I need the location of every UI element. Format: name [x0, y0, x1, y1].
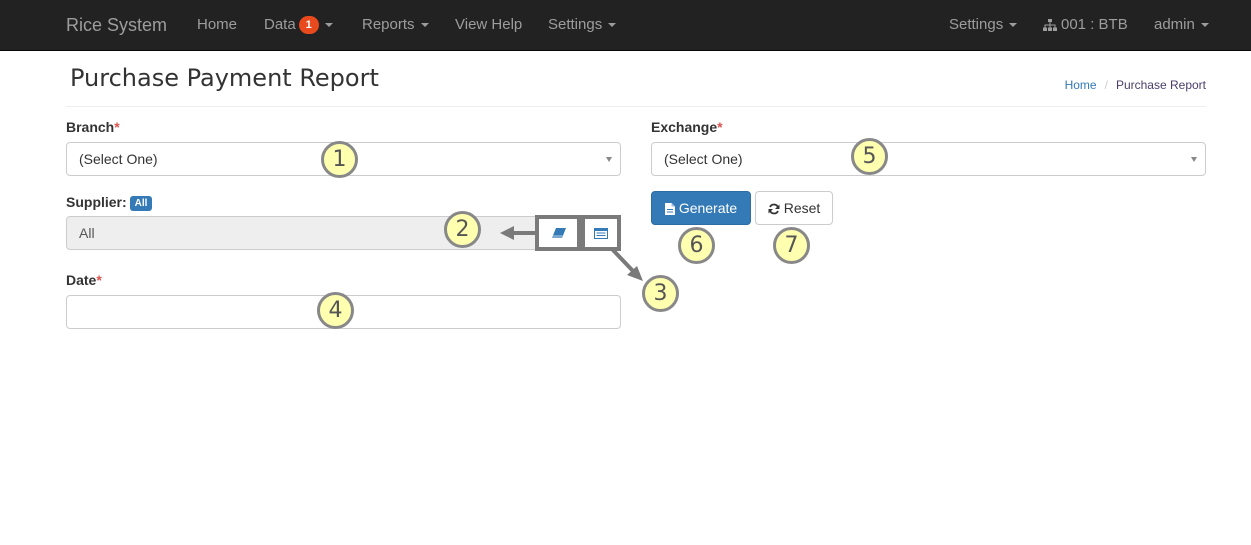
supplier-label: Supplier: All: [66, 194, 153, 211]
date-label: Date*: [66, 272, 102, 288]
top-navbar: Rice System Home Data 1 Reports View Help…: [0, 0, 1251, 51]
callout-marker: 7: [773, 227, 810, 264]
generate-button-label: Generate: [678, 200, 738, 216]
nav-user-label: admin: [1154, 16, 1195, 33]
supplier-label-text: Supplier:: [66, 194, 127, 210]
refresh-icon: [768, 203, 780, 215]
branch-label: Branch*: [66, 119, 120, 135]
callout-marker: 4: [317, 292, 354, 329]
chevron-down-icon: [420, 23, 429, 28]
highlight-frame: [581, 215, 621, 251]
nav-settings[interactable]: Settings: [548, 0, 617, 50]
nav-reports-label: Reports: [362, 16, 415, 33]
breadcrumb-current: Purchase Report: [1115, 78, 1206, 92]
callout-marker: 2: [444, 211, 481, 248]
nav-home[interactable]: Home: [197, 0, 237, 50]
header-divider: [66, 106, 1206, 107]
file-icon: [664, 203, 675, 215]
exchange-label: Exchange*: [651, 119, 723, 135]
generate-button[interactable]: Generate: [651, 191, 751, 225]
nav-settings-label: Settings: [548, 16, 603, 33]
breadcrumb-separator: /: [1104, 78, 1108, 92]
nav-reports[interactable]: Reports: [362, 0, 429, 50]
highlight-frame: [535, 215, 581, 251]
chevron-down-icon: [1200, 23, 1209, 28]
required-marker: *: [114, 119, 120, 135]
select-arrow-icon: [606, 157, 612, 162]
nav-branch-label: 001 : BTB: [1061, 16, 1128, 33]
required-marker: *: [717, 119, 723, 135]
callout-marker: 5: [851, 138, 888, 175]
nav-right-settings-label: Settings: [949, 16, 1004, 33]
callout-marker: 3: [642, 275, 679, 312]
select-arrow-icon: [1191, 157, 1197, 162]
reset-button[interactable]: Reset: [755, 191, 833, 225]
nav-data-label: Data: [264, 16, 296, 33]
nav-view-help[interactable]: View Help: [455, 0, 522, 50]
supplier-field-value: All: [79, 225, 95, 241]
reset-button-label: Reset: [783, 200, 821, 216]
notification-badge: 1: [298, 16, 319, 35]
breadcrumb-home[interactable]: Home: [1065, 78, 1097, 92]
branch-select-value: (Select One): [79, 151, 158, 167]
required-marker: *: [96, 272, 102, 288]
supplier-all-badge: All: [129, 196, 153, 211]
exchange-select-value: (Select One): [664, 151, 743, 167]
date-label-text: Date: [66, 272, 97, 288]
exchange-select[interactable]: (Select One): [651, 142, 1206, 176]
breadcrumb: Home / Purchase Report: [1065, 78, 1206, 92]
nav-data[interactable]: Data 1: [264, 0, 333, 50]
nav-branch[interactable]: 001 : BTB: [1043, 0, 1128, 50]
callout-marker: 1: [321, 141, 358, 178]
branch-label-text: Branch: [66, 119, 115, 135]
nav-right-settings[interactable]: Settings: [949, 0, 1018, 50]
nav-user[interactable]: admin: [1154, 0, 1209, 50]
page-title: Purchase Payment Report: [70, 64, 379, 92]
chevron-down-icon: [324, 23, 333, 28]
callout-marker: 6: [678, 227, 715, 264]
exchange-label-text: Exchange: [651, 119, 718, 135]
brand-link[interactable]: Rice System: [66, 0, 167, 50]
sitemap-icon: [1043, 19, 1057, 32]
chevron-down-icon: [608, 23, 617, 28]
chevron-down-icon: [1009, 23, 1018, 28]
